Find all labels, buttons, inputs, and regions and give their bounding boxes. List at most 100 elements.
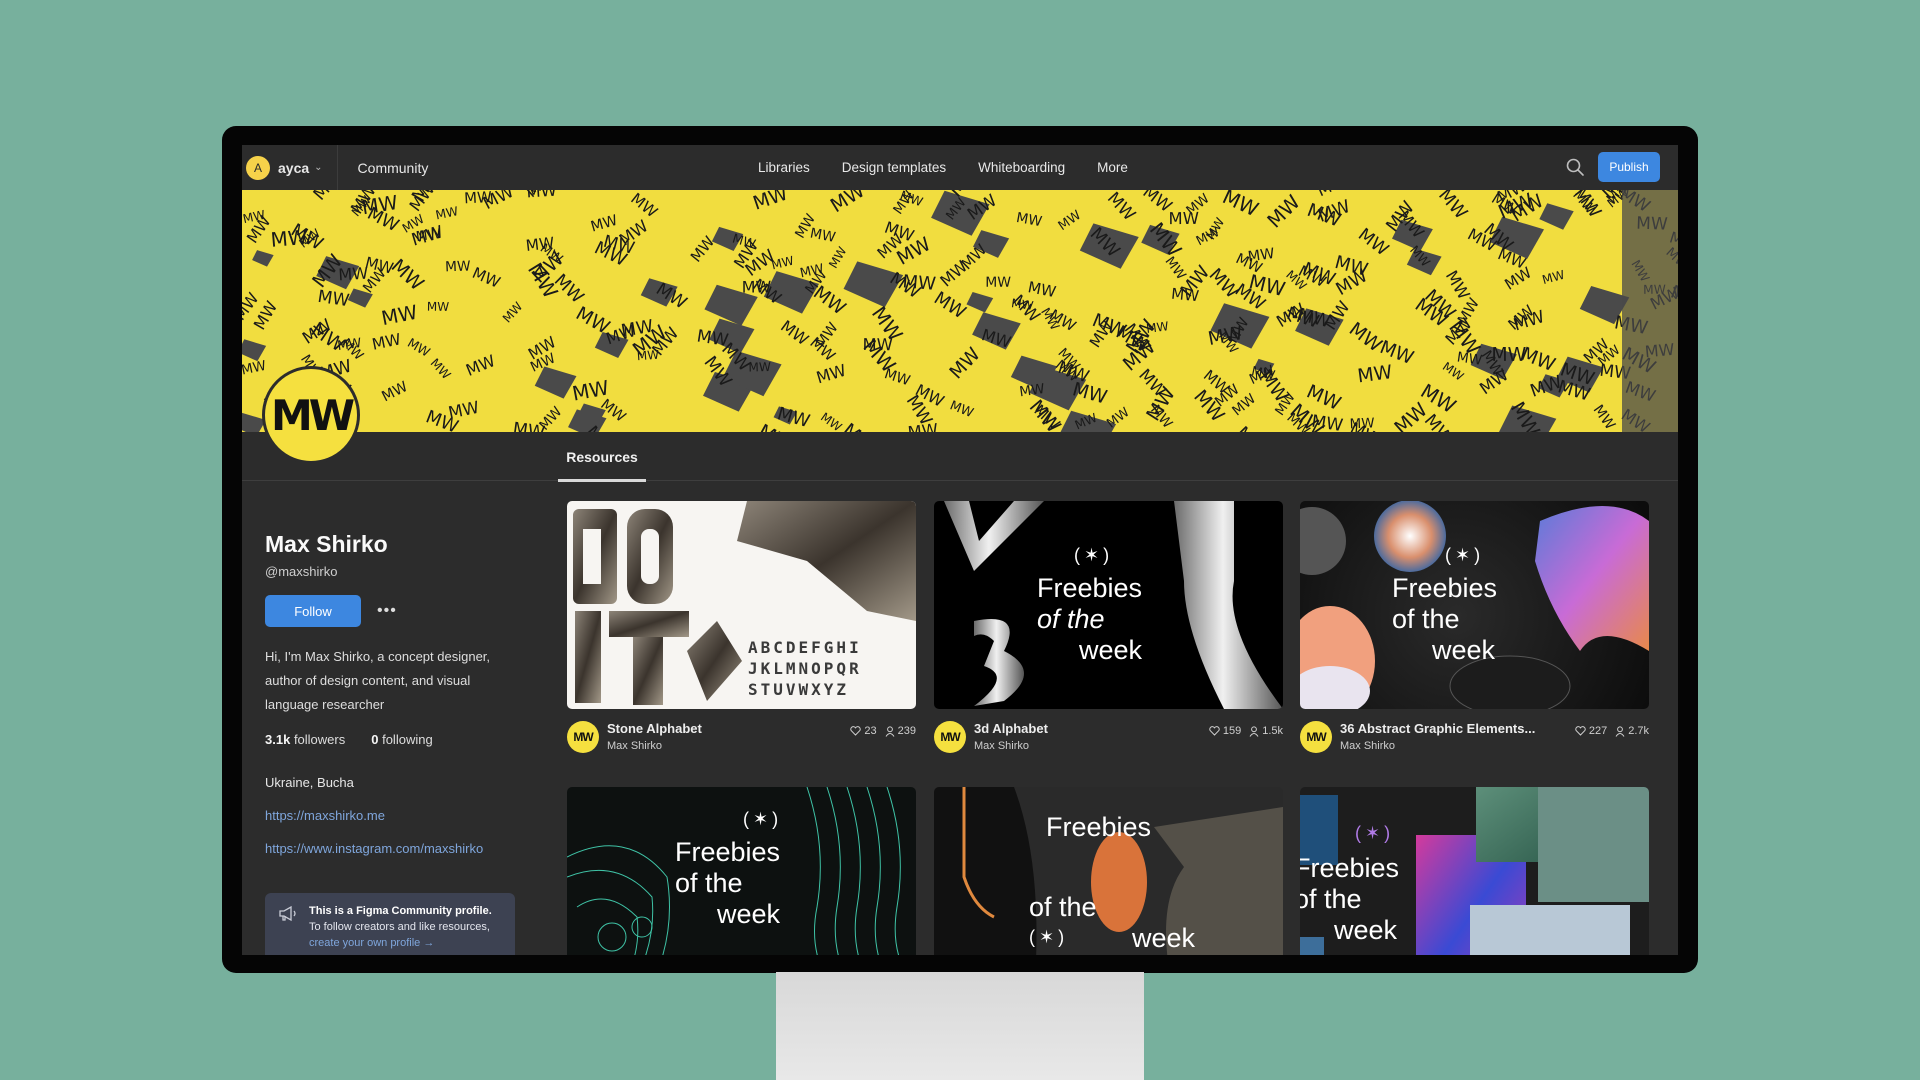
nav-whiteboarding[interactable]: Whiteboarding [978, 160, 1065, 175]
search-icon[interactable] [1564, 156, 1586, 178]
author-avatar[interactable]: MW [934, 721, 966, 753]
resource-meta: MW Stone Alphabet Max Shirko 23 239 [567, 721, 916, 765]
profile-banner: MW MW MW MW MW MW MW MW MW MW MW MW MW MW MW MW MW MW MW MW… [242, 190, 1678, 432]
star-mark: (✶) [743, 809, 783, 829]
banner-mw-mark: MW [446, 397, 481, 423]
resource-author[interactable]: Max Shirko [974, 740, 1029, 752]
banner-mw-mark: MW [930, 288, 970, 324]
likes[interactable]: 159 [1209, 725, 1241, 737]
resource-thumbnail-skull[interactable]: (✶) Freebies of the week [567, 787, 916, 955]
banner-mw-mark: MW [589, 212, 620, 236]
more-options-icon[interactable]: ••• [377, 602, 397, 620]
followers-label: followers [293, 732, 346, 747]
community-link[interactable]: Community [358, 160, 429, 176]
resource-thumbnail-stone[interactable]: ABCDEFGHI JKLMNOPQR STUVWXYZ [567, 501, 916, 709]
freebies-line3: week [1079, 635, 1143, 665]
following-count: 0 [371, 732, 379, 747]
banner-mw-mark: MW [687, 233, 719, 266]
banner-mw-mark: MW [1170, 285, 1200, 306]
chevron-down-icon: ⌄ [314, 162, 323, 173]
banner-mw-mark: MW [946, 344, 985, 383]
banner-mw-mark: MW [1204, 215, 1228, 242]
banner-mw-mark: MW [1518, 344, 1558, 376]
heart-icon [850, 726, 862, 736]
banner-mw-mark: MW [380, 301, 420, 330]
banner-pattern: MWMWMWMWMWMW MWMWMWMWMWMWMWMWMWMWMWMWMWMW… [242, 190, 1678, 432]
banner-mw-mark: MW [1219, 190, 1262, 221]
resource-title[interactable]: 3d Alphabet [974, 721, 1048, 736]
create-profile-link[interactable]: create your own profile → [309, 935, 505, 951]
banner-mw-mark: MW [1590, 402, 1618, 432]
likes[interactable]: 23 [850, 725, 877, 737]
nav-design-templates[interactable]: Design templates [842, 160, 946, 175]
banner-mw-mark: MW [907, 420, 939, 432]
resource-card[interactable]: (✶) Freebies of the week MW 36 Abstract … [1300, 501, 1649, 765]
banner-mw-mark: MW [405, 335, 433, 360]
users: 1.5k [1249, 725, 1283, 737]
profile-tabs: Resources [242, 432, 1678, 482]
banner-mw-mark: MW [428, 356, 454, 382]
nav-libraries[interactable]: Libraries [758, 160, 810, 175]
browser-screen: A ayca ⌄ Community Libraries Design temp… [242, 145, 1678, 955]
star-mark: (✶) [1445, 545, 1485, 565]
banner-mw-mark: MW [445, 258, 472, 275]
resource-author[interactable]: Max Shirko [1340, 740, 1395, 752]
star-mark: (✶) [1029, 927, 1069, 947]
notice-body: To follow creators and like resources, [309, 921, 490, 933]
banner-mw-mark: MW [627, 190, 660, 221]
resource-author[interactable]: Max Shirko [607, 740, 662, 752]
resource-card[interactable]: Freebies of the (✶) week [934, 787, 1283, 955]
followers-stat[interactable]: 3.1k followers [265, 732, 345, 747]
publish-button[interactable]: Publish [1598, 152, 1660, 182]
following-stat[interactable]: 0 following [371, 732, 432, 747]
resource-counts: 23 239 [850, 725, 916, 737]
resource-title[interactable]: 36 Abstract Graphic Elements... [1340, 721, 1535, 736]
author-avatar[interactable]: MW [567, 721, 599, 753]
resource-card[interactable]: (✶) Freebies of the week [1300, 787, 1649, 955]
banner-mw-mark: MW [750, 190, 791, 215]
account-switcher[interactable]: A ayca ⌄ [242, 145, 338, 190]
resource-card[interactable]: (✶) Freebies of the week [567, 787, 916, 955]
banner-mw-mark: MW [814, 361, 848, 388]
banner-mw-mark: MW [1354, 225, 1392, 261]
banner-mw-mark: MW [838, 419, 881, 432]
website-link[interactable]: https://maxshirko.me [265, 808, 525, 823]
follow-button[interactable]: Follow [265, 595, 361, 627]
resource-thumbnail-silver[interactable]: (✶) Freebies of the week [934, 501, 1283, 709]
banner-mw-mark: MW [1356, 362, 1393, 387]
author-avatar[interactable]: MW [1300, 721, 1332, 753]
resource-counts: 159 1.5k [1209, 725, 1283, 737]
nav-links: Libraries Design templates Whiteboarding… [758, 160, 1128, 175]
user-icon [1249, 725, 1259, 737]
banner-mw-mark: MW [434, 204, 459, 222]
profile-stats: 3.1k followers 0 following [265, 732, 525, 747]
profile-handle: @maxshirko [265, 564, 338, 579]
nav-more[interactable]: More [1097, 160, 1128, 175]
freebies-line3: week [717, 899, 781, 929]
resource-title[interactable]: Stone Alphabet [607, 721, 702, 736]
profile-name: Max Shirko [265, 531, 388, 557]
banner-mw-mark: MW [1247, 246, 1276, 265]
banner-mw-mark: MW [242, 359, 268, 379]
users: 239 [885, 725, 916, 737]
freebies-line2: of the [675, 868, 743, 898]
resource-card[interactable]: (✶) Freebies of the week MW 3d Alphabet … [934, 501, 1283, 765]
banner-mw-mark: MW [1056, 208, 1084, 234]
user-name: ayca [278, 159, 310, 176]
profile-location: Ukraine, Bucha [265, 775, 354, 790]
resource-thumbnail-crystal[interactable]: (✶) Freebies of the week [1300, 787, 1649, 955]
resource-thumbnail-mask[interactable]: Freebies of the (✶) week [934, 787, 1283, 955]
resource-card[interactable]: ABCDEFGHI JKLMNOPQR STUVWXYZ MW Stone Al… [567, 501, 916, 765]
likes[interactable]: 227 [1575, 725, 1607, 737]
resource-meta: MW 36 Abstract Graphic Elements... Max S… [1300, 721, 1649, 765]
profile-bio: Hi, I'm Max Shirko, a concept designer, … [265, 649, 491, 712]
instagram-link[interactable]: https://www.instagram.com/maxshirko [265, 841, 525, 856]
freebies-line2: of the [1029, 892, 1097, 922]
banner-mw-mark: MW [1332, 252, 1370, 281]
banner-mw-mark: MW [427, 300, 450, 314]
banner-mw-mark: MW [748, 360, 771, 374]
resource-thumbnail-abstract[interactable]: (✶) Freebies of the week [1300, 501, 1649, 709]
tab-resources[interactable]: Resources [558, 432, 646, 482]
freebies-line1: Freebies [675, 837, 781, 867]
banner-edge-shade [1622, 190, 1678, 432]
